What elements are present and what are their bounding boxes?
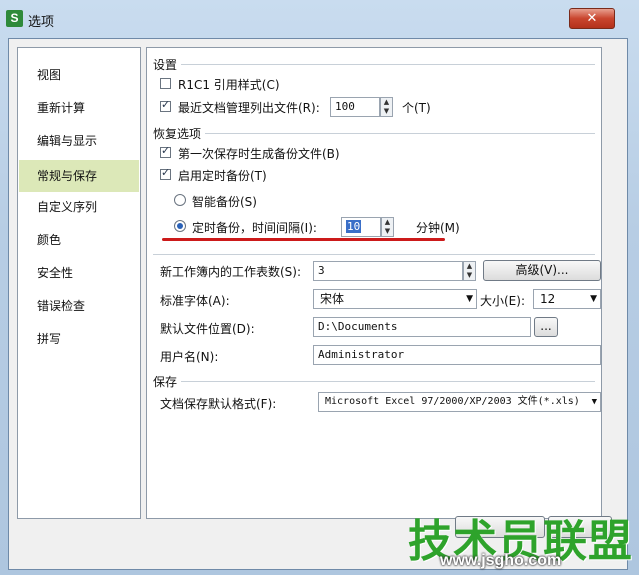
- location-label: 默认文件位置(D):: [160, 322, 255, 336]
- divider: [205, 133, 595, 134]
- recent-files-spinner[interactable]: ▲ ▼: [380, 97, 393, 117]
- nav-item-colors[interactable]: 颜色: [19, 226, 139, 254]
- nav-item-general-save[interactable]: 常规与保存: [19, 160, 139, 192]
- nav-item-custom-lists[interactable]: 自定义序列: [19, 193, 139, 221]
- interval-unit: 分钟(M): [416, 221, 460, 235]
- format-select[interactable]: Microsoft Excel 97/2000/XP/2003 文件(*.xls…: [318, 392, 601, 412]
- sheets-input[interactable]: 3: [313, 261, 463, 281]
- divider: [181, 381, 595, 382]
- options-dialog: S 选项 ✕ 视图 重新计算 编辑与显示 常规与保存 自定义序列 颜色 安全性 …: [0, 0, 639, 575]
- section-title-recovery: 恢复选项: [153, 127, 202, 141]
- r1c1-checkbox[interactable]: [160, 78, 171, 89]
- chevron-down-icon: ▼: [466, 294, 473, 304]
- backup-first-save-label: 第一次保存时生成备份文件(B): [178, 147, 340, 161]
- r1c1-label: R1C1 引用样式(C): [178, 78, 280, 92]
- enable-timed-backup-checkbox[interactable]: [160, 166, 171, 180]
- close-button[interactable]: ✕: [569, 8, 615, 29]
- size-select[interactable]: 12 ▼: [533, 289, 601, 309]
- size-label: 大小(E):: [480, 294, 525, 308]
- divider: [181, 64, 595, 65]
- nav-item-error-check[interactable]: 错误检查: [19, 292, 139, 320]
- recent-files-label: 最近文档管理列出文件(R):: [178, 101, 320, 115]
- sheets-spinner[interactable]: ▲ ▼: [463, 261, 476, 281]
- timed-backup-radio[interactable]: [174, 220, 186, 232]
- font-label: 标准字体(A):: [160, 294, 230, 308]
- format-label: 文档保存默认格式(F):: [160, 397, 277, 411]
- divider: [153, 254, 595, 255]
- advanced-button[interactable]: 高级(V)...: [483, 260, 601, 281]
- location-input[interactable]: D:\Documents: [313, 317, 531, 337]
- format-value: Microsoft Excel 97/2000/XP/2003 文件(*.xls…: [325, 396, 580, 407]
- recent-files-unit: 个(T): [402, 101, 431, 115]
- smart-backup-label: 智能备份(S): [192, 195, 257, 209]
- nav-item-recalc[interactable]: 重新计算: [19, 94, 139, 122]
- interval-value: 10: [346, 220, 362, 233]
- nav-item-spelling[interactable]: 拼写: [19, 325, 139, 353]
- enable-timed-backup-label: 启用定时备份(T): [178, 169, 267, 183]
- username-label: 用户名(N):: [160, 350, 219, 364]
- nav-item-edit-display[interactable]: 编辑与显示: [19, 127, 139, 155]
- highlight-underline: [162, 238, 445, 241]
- recent-files-input[interactable]: 100: [330, 97, 380, 117]
- section-title-settings: 设置: [153, 58, 178, 72]
- category-list: 视图 重新计算 编辑与显示 常规与保存 自定义序列 颜色 安全性 错误检查 拼写: [17, 47, 141, 519]
- recent-files-checkbox[interactable]: [160, 98, 171, 112]
- font-select[interactable]: 宋体 ▼: [313, 289, 477, 309]
- smart-backup-radio[interactable]: [174, 194, 186, 206]
- font-value: 宋体: [320, 292, 345, 306]
- username-input[interactable]: Administrator: [313, 345, 601, 365]
- section-title-save: 保存: [153, 375, 178, 389]
- dialog-title: 选项: [28, 15, 55, 30]
- settings-panel: 设置 R1C1 引用样式(C) 最近文档管理列出文件(R): 100 ▲▼ 个(…: [146, 47, 602, 519]
- browse-button[interactable]: ...: [534, 317, 558, 337]
- nav-item-security[interactable]: 安全性: [19, 259, 139, 287]
- interval-spinner[interactable]: ▲ ▼: [381, 217, 394, 237]
- title-bar[interactable]: S 选项 ✕: [0, 0, 639, 38]
- size-value: 12: [540, 292, 556, 306]
- timed-backup-label: 定时备份，时间间隔(I):: [192, 221, 317, 235]
- chevron-down-icon: ▼: [591, 397, 597, 407]
- nav-item-view[interactable]: 视图: [19, 61, 139, 89]
- backup-first-save-checkbox[interactable]: [160, 144, 171, 158]
- dialog-body: 视图 重新计算 编辑与显示 常规与保存 自定义序列 颜色 安全性 错误检查 拼写…: [8, 38, 628, 570]
- interval-input[interactable]: 10: [341, 217, 381, 237]
- watermark-url: www.jsgho.com: [440, 552, 562, 569]
- chevron-down-icon: ▼: [590, 294, 597, 304]
- app-icon: S: [6, 10, 23, 27]
- sheets-label: 新工作簿内的工作表数(S):: [160, 265, 302, 279]
